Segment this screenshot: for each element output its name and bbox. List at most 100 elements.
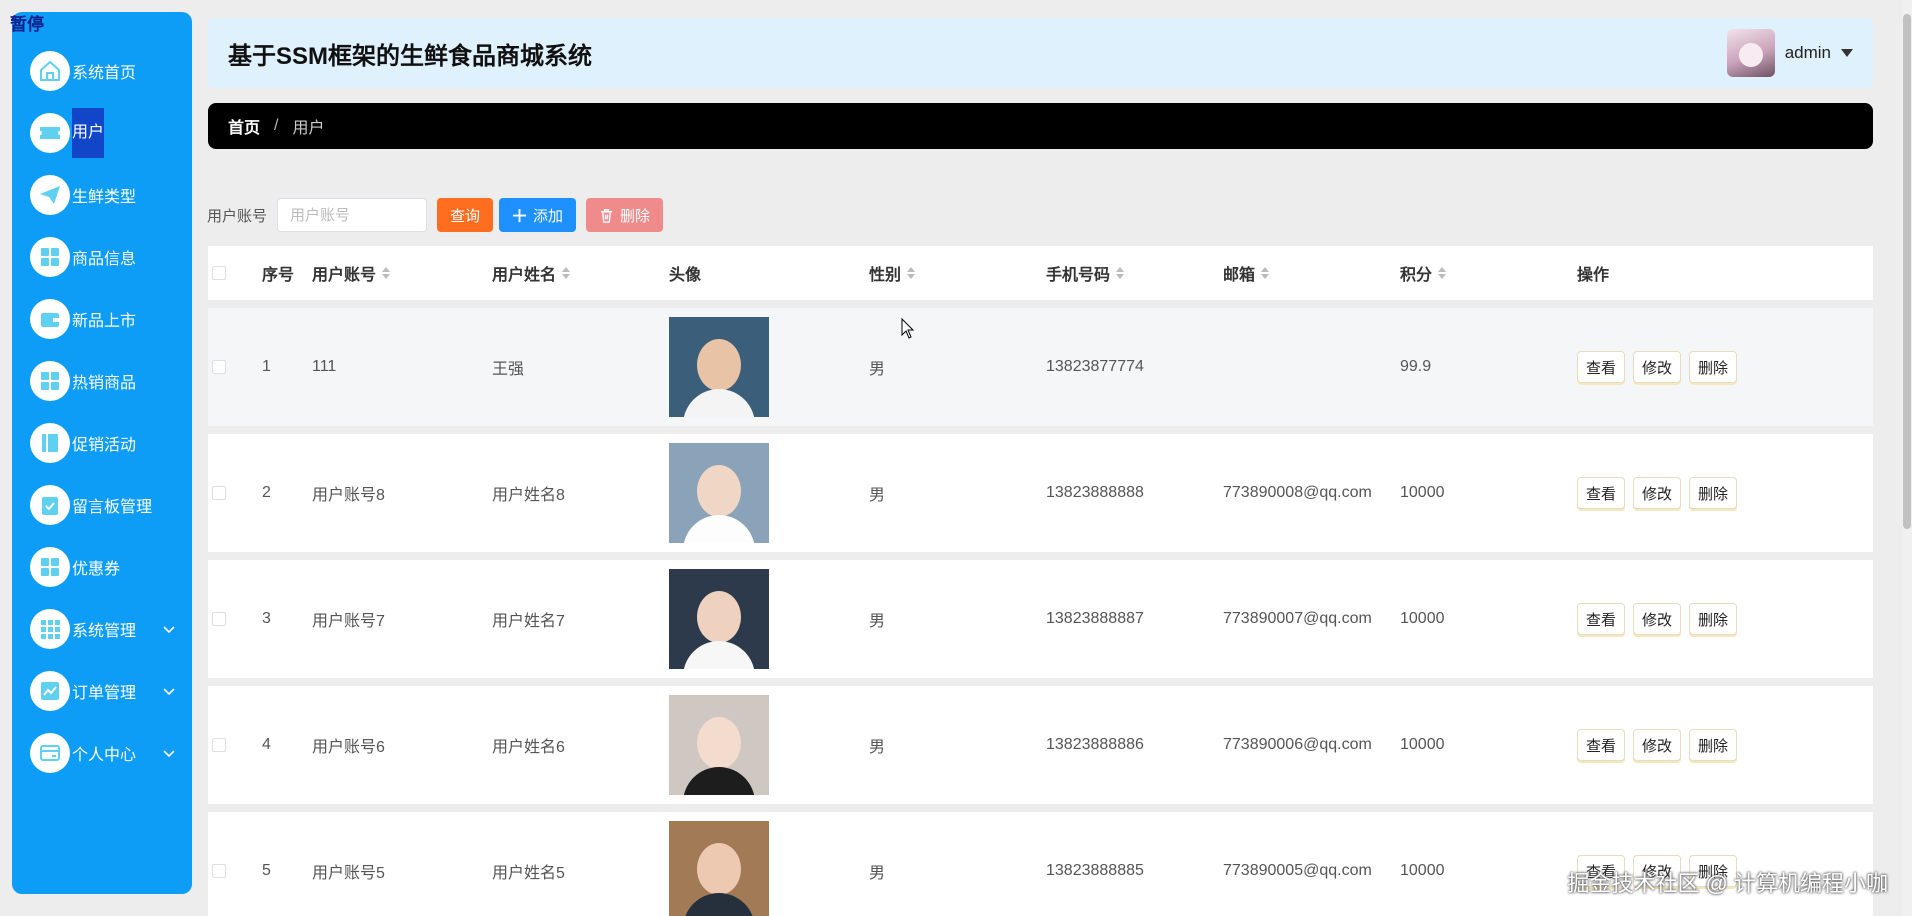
row-gender: 男 xyxy=(869,487,886,504)
column-header-label: 手机号码 xyxy=(1046,267,1111,284)
grid-icon xyxy=(30,237,70,277)
top-header: 基于SSM框架的生鲜食品商城系统 admin xyxy=(208,18,1873,88)
view-button[interactable]: 查看 xyxy=(1577,729,1626,761)
sort-icon[interactable] xyxy=(907,267,916,279)
column-header-account[interactable]: 用户账号 xyxy=(312,261,492,285)
scrollbar-thumb[interactable] xyxy=(1903,14,1911,529)
row-email: 773890008@qq.com xyxy=(1223,484,1372,501)
search-input[interactable] xyxy=(277,198,428,232)
select-all-checkbox[interactable] xyxy=(212,266,226,280)
grid-icon xyxy=(30,361,70,401)
add-button[interactable]: 添加 xyxy=(499,198,577,232)
sidebar-item-personal-center[interactable]: 个人中心 xyxy=(12,722,192,784)
apps-icon xyxy=(30,609,70,649)
batch-delete-button[interactable]: 删除 xyxy=(586,198,664,232)
search-bar: 用户账号 查询 添加 删除 xyxy=(207,198,664,232)
row-checkbox[interactable] xyxy=(212,738,226,752)
row-checkbox[interactable] xyxy=(212,486,226,500)
column-header-email[interactable]: 邮箱 xyxy=(1223,261,1400,285)
delete-button[interactable]: 删除 xyxy=(1689,603,1738,635)
page-scrollbar[interactable] xyxy=(1902,0,1912,916)
row-checkbox[interactable] xyxy=(212,612,226,626)
table-row: 5 用户账号5 用户姓名5 男 13823888885 773890005@qq… xyxy=(208,812,1873,916)
view-button[interactable]: 查看 xyxy=(1577,603,1626,635)
row-index: 4 xyxy=(262,736,271,753)
chevron-down-icon xyxy=(163,750,175,758)
sidebar-item-label: 商品信息 xyxy=(72,251,137,268)
sidebar-item-products[interactable]: 商品信息 xyxy=(12,226,192,288)
column-header-actions: 操作 xyxy=(1577,261,1873,285)
row-account: 用户账号6 xyxy=(312,739,385,756)
sidebar-item-coupons[interactable]: 优惠券 xyxy=(12,536,192,598)
query-button[interactable]: 查询 xyxy=(437,198,494,232)
search-label: 用户账号 xyxy=(207,207,268,225)
sidebar-item-label: 留言板管理 xyxy=(72,499,153,516)
plus-icon xyxy=(512,208,527,222)
sort-icon[interactable] xyxy=(1438,267,1447,279)
ticket-icon xyxy=(30,113,70,153)
row-gender: 男 xyxy=(869,739,886,756)
edit-button[interactable]: 修改 xyxy=(1633,603,1682,635)
mouse-cursor-icon xyxy=(901,318,915,339)
user-avatar-photo xyxy=(669,317,769,417)
row-account: 用户账号5 xyxy=(312,865,385,882)
system-title: 基于SSM框架的生鲜食品商城系统 xyxy=(228,42,593,70)
column-header-phone[interactable]: 手机号码 xyxy=(1046,261,1223,285)
breadcrumb-home[interactable]: 首页 xyxy=(228,114,260,138)
sidebar-item-hot-products[interactable]: 热销商品 xyxy=(12,350,192,412)
sort-icon[interactable] xyxy=(562,267,571,279)
row-checkbox[interactable] xyxy=(212,864,226,878)
edit-button[interactable]: 修改 xyxy=(1633,351,1682,383)
row-account: 111 xyxy=(312,358,337,375)
row-score: 10000 xyxy=(1400,736,1445,753)
sidebar-item-home[interactable]: 系统首页 xyxy=(12,40,192,102)
grid-icon xyxy=(30,547,70,587)
row-phone: 13823877774 xyxy=(1046,358,1144,375)
user-name: admin xyxy=(1784,43,1831,62)
row-index: 1 xyxy=(262,358,271,375)
column-header-label: 头像 xyxy=(669,267,702,284)
column-header-name[interactable]: 用户姓名 xyxy=(492,261,669,285)
row-gender: 男 xyxy=(869,865,886,882)
user-avatar-photo xyxy=(669,821,769,916)
row-phone: 13823888888 xyxy=(1046,484,1144,501)
breadcrumb-separator: / xyxy=(274,117,279,134)
row-phone: 13823888886 xyxy=(1046,736,1144,753)
sort-icon[interactable] xyxy=(1261,267,1270,279)
column-header-score[interactable]: 积分 xyxy=(1400,261,1577,285)
sidebar-item-order-management[interactable]: 订单管理 xyxy=(12,660,192,722)
sidebar-item-label: 促销活动 xyxy=(72,437,137,454)
delete-button[interactable]: 删除 xyxy=(1689,477,1738,509)
row-index: 5 xyxy=(262,862,271,879)
sidebar-item-system-management[interactable]: 系统管理 xyxy=(12,598,192,660)
sidebar-item-new-arrivals[interactable]: 新品上市 xyxy=(12,288,192,350)
delete-button[interactable]: 删除 xyxy=(1689,351,1738,383)
select-all-cell xyxy=(208,266,262,280)
column-header-label: 积分 xyxy=(1400,267,1433,284)
sidebar-item-message-board[interactable]: 留言板管理 xyxy=(12,474,192,536)
row-score: 99.9 xyxy=(1400,358,1432,375)
column-header-gender[interactable]: 性别 xyxy=(869,261,1046,285)
column-header-label: 用户账号 xyxy=(312,267,377,284)
sidebar-item-label: 订单管理 xyxy=(72,685,137,702)
view-button[interactable]: 查看 xyxy=(1577,351,1626,383)
pause-overlay-label: 暂停 xyxy=(10,15,44,34)
edit-button[interactable]: 修改 xyxy=(1633,477,1682,509)
row-account: 用户账号8 xyxy=(312,487,385,504)
column-header-label: 序号 xyxy=(262,267,295,284)
user-table: 序号 用户账号 用户姓名 头像 性别 手机号码 邮箱 积分 操作 1 111 王… xyxy=(208,246,1873,916)
delete-button[interactable]: 删除 xyxy=(1689,729,1738,761)
sidebar-item-promotions[interactable]: 促销活动 xyxy=(12,412,192,474)
sidebar-item-users[interactable]: 用户 xyxy=(12,102,192,164)
sort-icon[interactable] xyxy=(1116,267,1125,279)
sidebar-item-label: 用户 xyxy=(72,108,105,158)
sidebar-item-label: 个人中心 xyxy=(72,747,137,764)
row-gender: 男 xyxy=(869,613,886,630)
edit-button[interactable]: 修改 xyxy=(1633,729,1682,761)
sort-icon[interactable] xyxy=(382,267,391,279)
view-button[interactable]: 查看 xyxy=(1577,477,1626,509)
sidebar-item-fresh-types[interactable]: 生鲜类型 xyxy=(12,164,192,226)
user-menu[interactable]: admin xyxy=(1726,29,1853,77)
row-checkbox[interactable] xyxy=(212,360,226,374)
row-email: 773890005@qq.com xyxy=(1223,862,1372,879)
